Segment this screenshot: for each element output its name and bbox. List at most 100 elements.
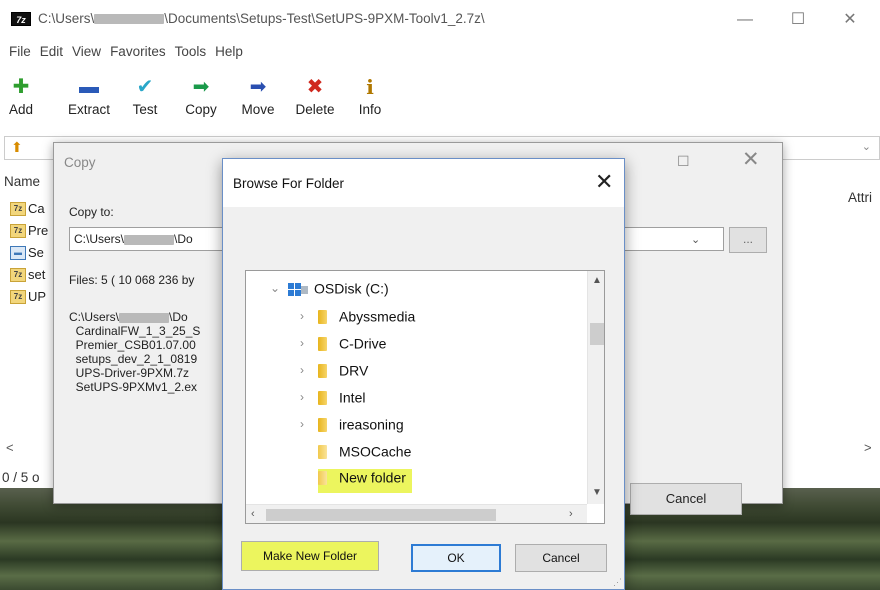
tree-item-folder[interactable]: › DRV — [300, 362, 368, 386]
chevron-right-icon[interactable]: › — [300, 363, 318, 377]
menu-view[interactable]: View — [72, 44, 101, 59]
scrollbar-thumb[interactable] — [266, 509, 496, 521]
toolbar: ✚ Add ▬ Extract ✔ Test ➡ Copy ➡ Move ✖ Delete … — [0, 74, 880, 130]
title-suffix: \Documents\Setups-Test\SetUPS-9PXM-Toolv… — [164, 11, 485, 26]
drive-icon — [288, 282, 308, 296]
list-item[interactable]: 7z set — [10, 266, 45, 286]
list-item[interactable]: 7z Ca — [10, 200, 45, 220]
copy-file-item: SetUPS-9PXMv1_2.ex — [75, 380, 198, 394]
chevron-down-icon[interactable]: ⌄ — [862, 140, 871, 153]
make-new-folder-button[interactable]: Make New Folder — [241, 541, 379, 571]
scroll-left-arrow[interactable]: ‹ — [251, 508, 255, 520]
browse-button[interactable]: ... — [729, 227, 767, 253]
tree-item-folder[interactable]: › C-Drive — [300, 335, 386, 359]
menu-edit[interactable]: Edit — [40, 44, 63, 59]
folder-icon — [318, 444, 327, 459]
info-button[interactable]: i Info — [354, 74, 386, 117]
chevron-down-icon[interactable]: ⌄ — [691, 233, 700, 246]
tree-label: Abyssmedia — [339, 308, 416, 325]
browse-for-folder-dialog: Browse For Folder ✕ ⌄ OSDisk (C:) › Abyssm… — [222, 158, 625, 590]
tree-item-new-folder[interactable]: New folder — [318, 469, 412, 493]
resize-grip-icon[interactable]: ⋰ — [613, 577, 622, 588]
copy-file-item: Premier_CSB01.07.00 — [75, 338, 196, 352]
tree-label: DRV — [339, 362, 369, 379]
copy-close-button[interactable]: ✕ — [742, 147, 760, 172]
copy-button[interactable]: ➡ Copy — [180, 74, 222, 117]
add-button[interactable]: ✚ Add — [6, 74, 36, 117]
tree-item-drive[interactable]: ⌄ OSDisk (C:) — [270, 280, 389, 304]
menu-file[interactable]: File — [9, 44, 31, 59]
extract-label: Extract — [67, 102, 110, 117]
tree-label: C-Drive — [339, 335, 387, 352]
tree-item-folder[interactable]: › ireasoning — [300, 416, 404, 440]
copy-file-list: C:\Users\ \Do CardinalFW_1_3_25_S Premier… — [69, 310, 200, 394]
browse-close-button[interactable]: ✕ — [595, 169, 613, 195]
folder-tree[interactable]: ⌄ OSDisk (C:) › Abyssmedia › C-Drive › DRV ›… — [245, 270, 605, 524]
tree-item-folder[interactable]: › Intel — [300, 389, 365, 413]
minimize-button[interactable]: — — [725, 6, 765, 34]
maximize-button[interactable]: ☐ — [778, 6, 818, 34]
chevron-down-icon[interactable]: ⌄ — [270, 281, 288, 295]
tree-label: Intel — [339, 389, 366, 406]
title-bar: 7z C:\Users\ \Documents\Setups-Test\SetUP… — [0, 0, 880, 40]
info-label: Info — [358, 102, 382, 117]
copy-maximize-button[interactable]: ☐ — [677, 153, 690, 170]
scroll-up-arrow[interactable]: ▲ — [592, 275, 602, 286]
list-item[interactable]: 7z Pre — [10, 222, 48, 242]
list-item[interactable]: ▬ Se — [10, 244, 44, 264]
ok-button[interactable]: OK — [411, 544, 501, 572]
tree-label: OSDisk (C:) — [314, 280, 389, 297]
chevron-right-icon[interactable]: › — [300, 336, 318, 350]
delete-icon: ✖ — [306, 76, 324, 98]
folder-icon — [318, 363, 327, 378]
copy-to-label: Copy to: — [69, 205, 114, 219]
tree-item-folder[interactable]: MSOCache — [318, 443, 411, 467]
archive-icon: 7z — [10, 223, 26, 238]
chevron-right-icon[interactable]: › — [300, 417, 318, 431]
extract-button[interactable]: ▬ Extract — [62, 74, 116, 117]
scrollbar-thumb[interactable] — [590, 323, 604, 345]
scroll-right-arrow[interactable]: > — [864, 440, 872, 455]
copy-file-item: UPS-Driver-9PXM.7z — [75, 366, 190, 380]
column-header-name[interactable]: Name — [4, 174, 40, 189]
delete-button[interactable]: ✖ Delete — [289, 74, 341, 117]
horizontal-scrollbar[interactable]: ‹ › — [246, 504, 587, 523]
browse-dialog-title: Browse For Folder — [233, 176, 345, 191]
tree-item-folder[interactable]: › Abyssmedia — [300, 308, 415, 332]
move-label: Move — [241, 102, 275, 117]
list-item[interactable]: 7z UP — [10, 288, 46, 308]
folder-icon — [318, 470, 327, 485]
executable-icon: ▬ — [10, 245, 26, 260]
menu-help[interactable]: Help — [215, 44, 243, 59]
column-header-attributes[interactable]: Attri — [848, 190, 872, 205]
window-title: C:\Users\ \Documents\Setups-Test\SetUPS-9… — [38, 11, 485, 26]
vertical-scrollbar[interactable]: ▲ ▼ — [587, 271, 604, 504]
copy-icon: ➡ — [192, 76, 210, 98]
chevron-right-icon[interactable]: › — [300, 390, 318, 404]
up-folder-icon[interactable]: ⬆ — [11, 139, 23, 156]
archive-icon: 7z — [10, 267, 26, 282]
copy-files-summary: Files: 5 ( 10 068 236 by — [69, 273, 195, 287]
redacted-username — [119, 312, 170, 323]
close-button[interactable]: ✕ — [830, 6, 870, 34]
test-button[interactable]: ✔ Test — [127, 74, 163, 117]
scroll-down-arrow[interactable]: ▼ — [592, 487, 602, 498]
copy-file-item: setups_dev_2_1_0819 — [75, 352, 198, 366]
scroll-left-arrow[interactable]: < — [6, 440, 14, 455]
browse-title-bar: Browse For Folder ✕ — [223, 159, 624, 207]
archive-icon: 7z — [10, 201, 26, 216]
info-icon: i — [366, 75, 374, 99]
chevron-right-icon[interactable]: › — [300, 309, 318, 323]
tree-label: ireasoning — [339, 416, 404, 433]
tree-label: MSOCache — [339, 443, 412, 460]
copy-path-prefix: C:\Users\ — [74, 232, 125, 246]
copy-info-suffix: \Do — [169, 310, 188, 324]
cancel-button[interactable]: Cancel — [515, 544, 607, 572]
add-label: Add — [8, 102, 34, 117]
menu-favorites[interactable]: Favorites — [110, 44, 166, 59]
copy-cancel-button[interactable]: Cancel — [630, 483, 742, 515]
menu-tools[interactable]: Tools — [175, 44, 207, 59]
move-button[interactable]: ➡ Move — [236, 74, 280, 117]
scroll-right-arrow[interactable]: › — [569, 508, 573, 520]
folder-icon — [318, 336, 327, 351]
